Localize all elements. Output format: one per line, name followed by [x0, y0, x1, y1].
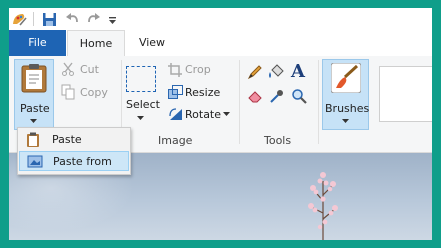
- brushes-button[interactable]: Brushes: [322, 59, 369, 130]
- tab-view[interactable]: View: [127, 30, 177, 56]
- paste-dropdown-icon: [30, 119, 37, 123]
- brushes-label: Brushes: [325, 102, 370, 115]
- blossom-tree-image: [308, 172, 338, 240]
- paste-dropdown-menu: Paste Paste from: [17, 127, 131, 175]
- clipboard-icon: [21, 64, 47, 93]
- paste-label: Paste: [20, 102, 50, 115]
- brushes-dropdown-icon: [342, 119, 349, 123]
- pencil-icon[interactable]: [247, 64, 263, 80]
- magnifier-icon[interactable]: [291, 88, 307, 104]
- rotate-icon: [169, 108, 182, 120]
- paste-button[interactable]: Paste: [14, 59, 54, 130]
- copy-button[interactable]: Copy: [80, 86, 108, 99]
- paint-window: File Home View Paste Cut Copy Select Cro…: [9, 8, 432, 240]
- color-picker-icon[interactable]: [269, 88, 285, 104]
- rotate-dropdown-icon[interactable]: [223, 112, 231, 117]
- shapes-gallery[interactable]: [379, 66, 432, 122]
- group-divider: [318, 60, 319, 144]
- brush-icon: [331, 63, 361, 93]
- menu-item-label: Paste from: [53, 155, 112, 168]
- customize-qat-icon[interactable]: [108, 11, 118, 27]
- crop-icon: [168, 63, 182, 77]
- group-divider: [239, 60, 240, 144]
- undo-icon[interactable]: [65, 11, 79, 27]
- save-icon[interactable]: [42, 11, 57, 27]
- menu-item-paste-from[interactable]: Paste from: [19, 151, 129, 171]
- menu-item-paste[interactable]: Paste: [19, 130, 129, 150]
- tab-file[interactable]: File: [9, 30, 66, 56]
- select-icon[interactable]: [126, 66, 156, 92]
- clipboard-small-icon: [27, 132, 39, 147]
- redo-icon[interactable]: [87, 11, 101, 27]
- ribbon-tabs: File Home View: [9, 30, 432, 58]
- resize-button[interactable]: Resize: [185, 86, 220, 99]
- fill-icon[interactable]: [268, 64, 286, 80]
- eraser-icon[interactable]: [247, 88, 263, 104]
- select-dropdown-icon[interactable]: [137, 116, 145, 121]
- cut-icon: [62, 62, 74, 76]
- image-group-label: Image: [158, 134, 193, 147]
- resize-icon: [168, 85, 183, 99]
- quick-access-toolbar: [9, 8, 432, 30]
- paste-from-icon: [27, 155, 43, 168]
- tools-group-label: Tools: [264, 134, 292, 147]
- select-button[interactable]: Select: [126, 98, 160, 111]
- rotate-button[interactable]: Rotate: [185, 108, 221, 121]
- paint-app-icon[interactable]: [11, 11, 27, 27]
- menu-item-label: Paste: [52, 133, 82, 146]
- crop-button[interactable]: Crop: [185, 63, 211, 76]
- cut-button[interactable]: Cut: [80, 63, 99, 76]
- text-icon[interactable]: A: [291, 61, 305, 82]
- qat-divider: [33, 12, 34, 26]
- copy-icon: [61, 84, 75, 100]
- tab-home[interactable]: Home: [67, 30, 125, 58]
